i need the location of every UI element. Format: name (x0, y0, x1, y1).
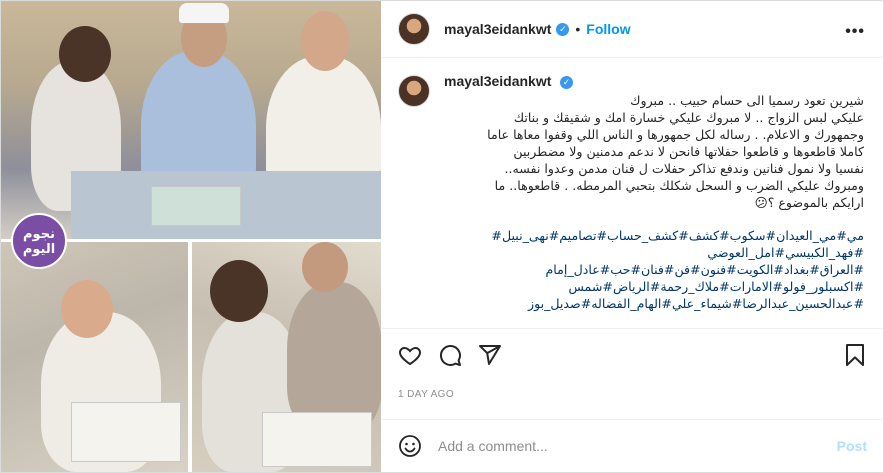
head-woman (59, 26, 111, 82)
header-username[interactable]: mayal3eidankwt (444, 21, 551, 37)
caption-body: mayal3eidankwt ✓ شيرين تعود رسميا الى حس… (444, 73, 864, 312)
verified-icon: ✓ (556, 22, 570, 36)
sheikh-cap (179, 3, 229, 23)
bookmark-icon[interactable] (843, 343, 867, 367)
caption-row: mayal3eidankwt ✓ شيرين تعود رسميا الى حس… (398, 73, 867, 312)
separator-dot: • (575, 21, 581, 37)
post-timestamp[interactable]: 1 DAY AGO (398, 389, 454, 400)
head-witness (302, 242, 348, 292)
photo-bottom-panel (1, 242, 381, 472)
emoji-icon[interactable] (398, 434, 422, 458)
head-groom (301, 11, 349, 71)
badge-line2: اليوم (22, 241, 56, 256)
share-icon[interactable] (478, 343, 502, 367)
add-comment-bar: Post (382, 419, 883, 472)
badge-line1: نجوم (23, 226, 55, 241)
photo-bottom-right (192, 242, 381, 472)
post-image[interactable]: نجوم اليوم (1, 1, 381, 472)
caption-avatar[interactable] (398, 75, 430, 107)
follow-button[interactable]: Follow (586, 21, 630, 37)
post-sidebar: mayal3eidankwt ✓ • Follow ••• mayal3eida… (382, 1, 883, 472)
caption-username[interactable]: mayal3eidankwt (444, 73, 551, 90)
post-comment-button[interactable]: Post (837, 438, 867, 454)
photo-bottom-left (1, 242, 188, 472)
caption-verified-icon: ✓ (560, 76, 574, 90)
comment-input[interactable] (438, 438, 837, 454)
hashtags[interactable]: مي#مي_العيدان#سكوب#كشف#كشف_حساب#تصاميم#ن… (444, 227, 864, 312)
action-bar (382, 328, 883, 378)
caption-text: شيرين تعود رسميا الى حسام حبيب .. مبروك … (487, 93, 864, 210)
signing-paper-2 (262, 412, 372, 467)
head-groom-signing (61, 280, 113, 338)
more-options-icon[interactable]: ••• (845, 23, 865, 41)
caption-area: mayal3eidankwt ✓ شيرين تعود رسميا الى حس… (382, 59, 883, 327)
marriage-document (151, 186, 241, 226)
avatar[interactable] (398, 13, 430, 45)
heart-icon[interactable] (398, 343, 422, 367)
figure-witness (287, 282, 381, 432)
head-bride-signing (210, 260, 268, 322)
photo-top-panel (1, 1, 381, 241)
signing-paper (71, 402, 181, 462)
najoom-alyoum-logo: نجوم اليوم (11, 213, 67, 269)
comment-icon[interactable] (438, 343, 462, 367)
post-header: mayal3eidankwt ✓ • Follow ••• (382, 1, 883, 58)
